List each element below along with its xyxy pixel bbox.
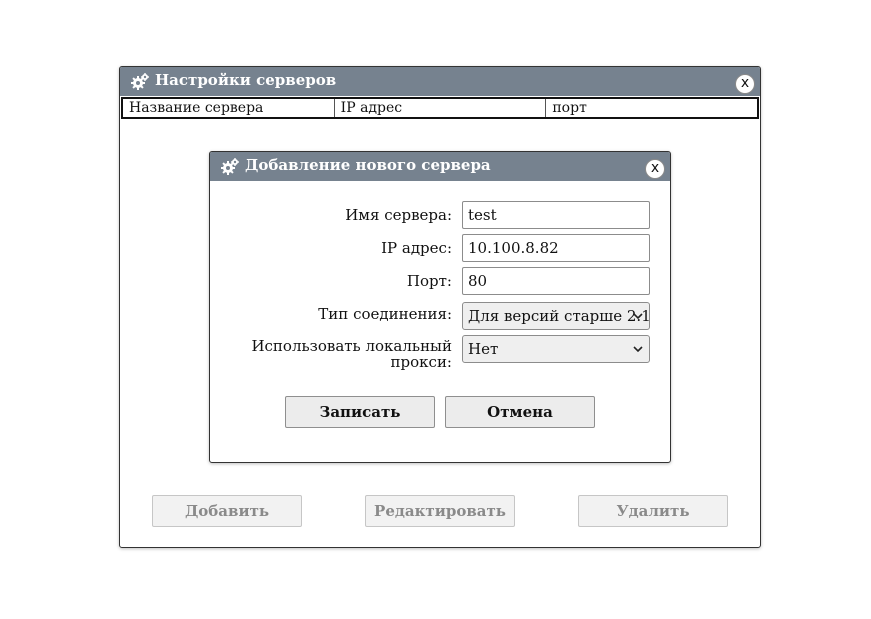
- chevron-down-icon: [633, 346, 643, 353]
- servers-table-header: Название сервера IP адрес порт: [121, 97, 759, 119]
- ip-label: IP адрес:: [381, 239, 452, 257]
- save-button[interactable]: Записать: [285, 396, 435, 428]
- delete-button[interactable]: Удалить: [578, 495, 728, 527]
- port-label: Порт:: [406, 272, 452, 290]
- column-header-ip[interactable]: IP адрес: [335, 99, 547, 117]
- ip-input[interactable]: 10.100.8.82: [462, 234, 650, 262]
- server-name-input[interactable]: test: [462, 201, 650, 229]
- close-button[interactable]: x: [735, 74, 755, 94]
- use-proxy-label-line1: Использовать локальный: [251, 337, 452, 355]
- dialog-title: Добавление нового сервера: [245, 156, 491, 174]
- gears-icon: [131, 73, 149, 90]
- connection-type-label: Тип соединения:: [318, 305, 452, 323]
- add-button[interactable]: Добавить: [152, 495, 302, 527]
- column-header-port[interactable]: порт: [546, 99, 757, 117]
- use-proxy-label-line2: прокси:: [390, 353, 452, 371]
- add-server-titlebar[interactable]: Добавление нового сервера: [210, 152, 670, 181]
- use-proxy-label: Использовать локальный прокси:: [251, 338, 452, 370]
- connection-type-value: Для версий старше 2.1: [468, 307, 650, 325]
- cancel-button[interactable]: Отмена: [445, 396, 595, 428]
- server-settings-titlebar[interactable]: Настройки серверов: [120, 67, 760, 96]
- window-title: Настройки серверов: [155, 71, 337, 89]
- add-server-dialog: Добавление нового сервера x Имя сервера:…: [209, 151, 671, 463]
- edit-button[interactable]: Редактировать: [365, 495, 515, 527]
- chevron-down-icon: [633, 313, 643, 320]
- port-input[interactable]: 80: [462, 267, 650, 295]
- column-header-server-name[interactable]: Название сервера: [123, 99, 335, 117]
- use-proxy-value: Нет: [468, 340, 499, 358]
- use-proxy-select[interactable]: Нет: [462, 335, 650, 363]
- connection-type-select[interactable]: Для версий старше 2.1: [462, 302, 650, 330]
- dialog-close-button[interactable]: x: [645, 159, 665, 179]
- gears-icon: [221, 158, 239, 175]
- server-name-label: Имя сервера:: [345, 206, 452, 224]
